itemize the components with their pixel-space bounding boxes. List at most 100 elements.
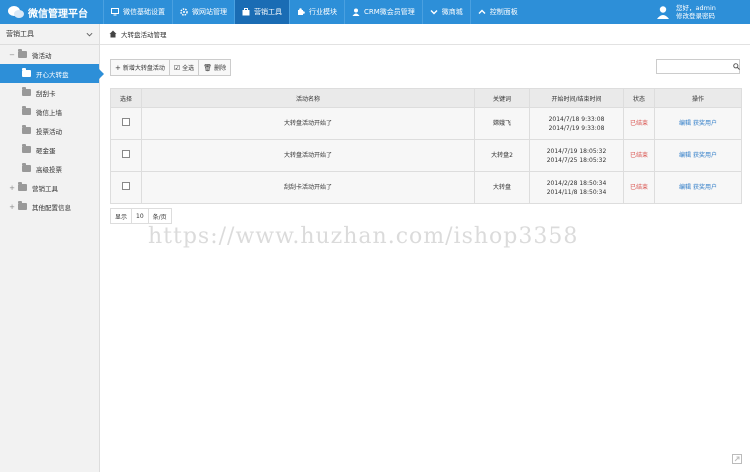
breadcrumb-label: 大转盘活动管理	[121, 31, 167, 39]
activity-name: 大转盘活动开始了	[141, 139, 475, 172]
table-row: 大转盘活动开始了 嫦娥飞 2014/7/18 9:33:08 2014/7/19…	[110, 107, 742, 140]
nav-item-label: 微网站管理	[192, 8, 227, 16]
sidebar-group-marketing-tools[interactable]: + 营销工具	[0, 178, 99, 197]
end-time: 2014/11/8 18:50:34	[546, 188, 607, 196]
top-bar: 微信管理平台 微信基础设置 微网站管理 营销工具 行业模块 CRM微会员管理 微…	[0, 0, 750, 24]
edit-link[interactable]: 编辑	[679, 152, 691, 159]
sidebar-header[interactable]: 营销工具	[0, 24, 99, 45]
table-header-row: 选择 活动名称 关键词 开始时间/结束时间 状态 操作	[110, 88, 742, 108]
end-time: 2014/7/25 18:05:32	[546, 156, 607, 164]
sidebar-item-scratch-card[interactable]: 刮刮卡	[0, 83, 99, 102]
plus-icon: +	[115, 63, 121, 72]
trash-icon: 🗑	[203, 63, 213, 72]
edit-link[interactable]: 编辑	[679, 120, 691, 127]
folder-icon	[22, 163, 31, 172]
user-panel: 您好，admin 修改登录密码	[650, 0, 750, 24]
column-header-time: 开始时间/结束时间	[529, 88, 624, 108]
nav-item-mall[interactable]: 微商城	[421, 0, 470, 24]
sidebar-item-wechat-wall[interactable]: 微信上墙	[0, 102, 99, 121]
activity-keyword: 大转盘2	[474, 139, 530, 172]
sidebar-item-label: 投票活动	[36, 127, 62, 136]
search-input[interactable]	[657, 60, 733, 73]
sidebar-item-advanced-voting[interactable]: 高级投票	[0, 159, 99, 178]
logo-icon	[8, 6, 24, 18]
sidebar-item-label: 高级投票	[36, 165, 62, 174]
start-time: 2014/7/19 18:05:32	[546, 147, 607, 155]
add-activity-button[interactable]: + 新增大转盘活动	[110, 59, 170, 76]
status-badge: 已结束	[623, 171, 655, 204]
sidebar-item-label: 营销工具	[32, 184, 58, 193]
top-nav: 微信基础设置 微网站管理 营销工具 行业模块 CRM微会员管理 微商城 控制面板	[103, 0, 525, 24]
status-badge: 已结束	[623, 139, 655, 172]
row-checkbox[interactable]	[122, 150, 130, 158]
nav-item-label: CRM微会员管理	[364, 8, 415, 16]
sidebar-item-label: 微信上墙	[36, 108, 62, 117]
table-row: 刮刮卡活动开始了 大转盘 2014/2/28 18:50:34 2014/11/…	[110, 171, 742, 204]
activity-name: 大转盘活动开始了	[141, 107, 475, 140]
column-header-name: 活动名称	[141, 88, 475, 108]
nav-item-basic-settings[interactable]: 微信基础设置	[103, 0, 172, 24]
nav-item-label: 控制面板	[489, 8, 518, 16]
winners-link[interactable]: 获奖用户	[693, 152, 717, 159]
column-header-status: 状态	[623, 88, 655, 108]
sidebar-item-label: 开心大转盘	[36, 70, 69, 79]
watermark: https://www.huzhan.com/ishop3358	[148, 224, 579, 249]
sidebar-item-label: 其他配置信息	[32, 203, 71, 212]
folder-icon	[18, 201, 27, 210]
page-size-select[interactable]: 10	[131, 208, 149, 224]
monitor-icon	[111, 8, 119, 16]
folder-icon	[22, 125, 31, 134]
column-header-keyword: 关键词	[474, 88, 530, 108]
row-actions: 编辑 获奖用户	[654, 171, 742, 204]
change-password-link[interactable]: 修改登录密码	[676, 12, 716, 20]
winners-link[interactable]: 获奖用户	[693, 184, 717, 191]
nav-item-label: 微信基础设置	[123, 8, 165, 16]
folder-icon	[22, 68, 31, 77]
user-icon	[352, 8, 360, 16]
sidebar-item-golden-egg[interactable]: 砸金蛋	[0, 140, 99, 159]
search-icon	[733, 63, 740, 70]
avatar	[657, 6, 669, 19]
nav-item-control-panel[interactable]: 控制面板	[469, 0, 525, 24]
sidebar-group-other-config[interactable]: + 其他配置信息	[0, 197, 99, 216]
delete-button[interactable]: 🗑 删除	[198, 59, 232, 76]
resize-icon[interactable]	[732, 454, 742, 464]
folder-icon	[18, 182, 27, 191]
delete-label: 删除	[214, 65, 227, 72]
activity-time: 2014/2/28 18:50:34 2014/11/8 18:50:34	[529, 171, 624, 204]
nav-item-crm[interactable]: CRM微会员管理	[344, 0, 422, 24]
toolbar: + 新增大转盘活动 ☑ 全选 🗑 删除	[110, 59, 232, 76]
nav-item-label: 营销工具	[254, 8, 282, 16]
row-checkbox[interactable]	[122, 118, 130, 126]
pager-unit-label: 条/页	[147, 208, 172, 224]
folder-icon	[22, 144, 31, 153]
expand-toggle[interactable]: +	[8, 203, 16, 211]
nav-item-microsite[interactable]: 微网站管理	[172, 0, 234, 24]
select-all-label: 全选	[182, 65, 195, 72]
activity-time: 2014/7/18 9:33:08 2014/7/19 9:33:08	[529, 107, 624, 140]
search-button[interactable]	[733, 60, 740, 73]
nav-item-industry[interactable]: 行业模块	[289, 0, 344, 24]
status-badge: 已结束	[623, 107, 655, 140]
end-time: 2014/7/19 9:33:08	[548, 124, 605, 132]
nav-item-marketing-tools[interactable]: 营销工具	[234, 0, 289, 24]
sidebar-item-label: 砸金蛋	[36, 146, 56, 155]
column-header-select: 选择	[110, 88, 142, 108]
row-actions: 编辑 获奖用户	[654, 139, 742, 172]
select-all-button[interactable]: ☑ 全选	[168, 59, 200, 76]
winners-link[interactable]: 获奖用户	[693, 120, 717, 127]
start-time: 2014/7/18 9:33:08	[548, 115, 605, 123]
sidebar-item-voting[interactable]: 投票活动	[0, 121, 99, 140]
collapse-toggle[interactable]: −	[8, 51, 16, 59]
expand-toggle[interactable]: +	[8, 184, 16, 192]
puzzle-icon	[298, 8, 305, 15]
sidebar-item-big-wheel[interactable]: 开心大转盘	[0, 64, 104, 83]
sidebar: 营销工具 − 微活动 开心大转盘 刮刮卡 微信上墙 投票活动 砸金蛋 高级投票 …	[0, 24, 104, 472]
folder-icon	[22, 87, 31, 96]
add-activity-label: 新增大转盘活动	[122, 65, 165, 72]
sidebar-group-micro-activity[interactable]: − 微活动	[0, 45, 99, 64]
row-checkbox[interactable]	[122, 182, 130, 190]
edit-link[interactable]: 编辑	[679, 184, 691, 191]
logo: 微信管理平台	[0, 0, 103, 24]
pager: 显示 10 条/页	[110, 208, 172, 224]
